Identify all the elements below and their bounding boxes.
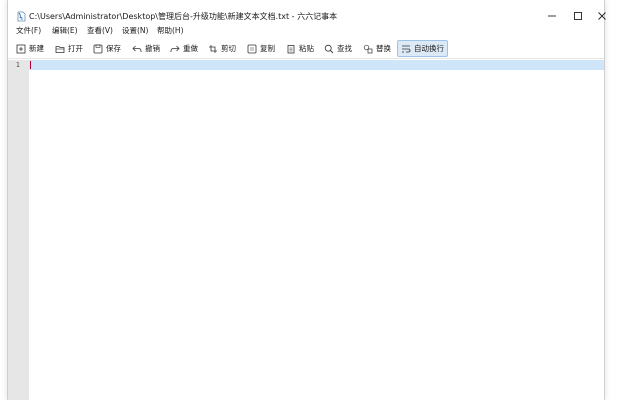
cut-icon [209,44,217,53]
undo-button[interactable]: 撤销 [129,40,163,57]
search-icon [324,44,334,53]
menu-view[interactable]: 查看(V) [87,25,113,37]
open-button[interactable]: 打开 [52,40,86,57]
new-file-icon [16,44,26,53]
menu-settings[interactable]: 设置(N) [122,25,148,37]
current-line-highlight [29,60,604,70]
paste-icon [287,44,295,53]
copy-label: 复制 [260,44,275,53]
replace-button[interactable]: 替换 [360,40,394,57]
menu-help[interactable]: 帮助(H) [157,25,184,37]
line-number-gutter: 1 [8,60,29,400]
word-wrap-icon [402,45,411,52]
notepad-window: C:\Users\Administrator\Desktop\管理后台-升级功能… [7,0,606,400]
find-button[interactable]: 查找 [321,40,355,57]
save-label: 保存 [106,44,121,53]
copy-button[interactable]: 复制 [244,40,278,57]
cut-button[interactable]: 剪切 [205,40,239,57]
maximize-icon [574,12,582,20]
paste-button[interactable]: 粘贴 [283,40,317,57]
redo-icon [170,45,180,52]
find-label: 查找 [337,44,352,53]
menu-edit[interactable]: 编辑(E) [52,25,78,37]
new-button[interactable]: 新建 [13,40,47,57]
paste-label: 粘贴 [299,44,314,53]
window-title: C:\Users\Administrator\Desktop\管理后台-升级功能… [29,12,338,21]
copy-icon [247,44,257,53]
text-caret [30,61,31,69]
app-icon [16,11,26,22]
open-label: 打开 [68,44,83,53]
minimize-icon [548,15,556,17]
editor-area[interactable]: 1 [8,60,604,400]
line-number: 1 [15,61,20,69]
close-icon [598,12,606,20]
toolbar: 新建 打开 保存 撤销 重做 剪切 复制 粘贴 查找 替换 自动换行 [8,38,604,59]
redo-label: 重做 [183,44,198,53]
word-wrap-label: 自动换行 [414,44,444,53]
save-icon [93,44,103,53]
undo-label: 撤销 [145,44,160,53]
menu-file[interactable]: 文件(F) [16,25,41,37]
replace-label: 替换 [376,44,391,53]
undo-icon [132,45,142,52]
replace-icon [363,44,373,53]
new-label: 新建 [29,44,44,53]
save-button[interactable]: 保存 [90,40,124,57]
folder-open-icon [55,45,65,53]
cut-label: 剪切 [221,44,236,53]
word-wrap-button[interactable]: 自动换行 [397,40,448,57]
redo-button[interactable]: 重做 [167,40,201,57]
menu-bar: 文件(F) 编辑(E) 查看(V) 设置(N) 帮助(H) [8,25,604,37]
